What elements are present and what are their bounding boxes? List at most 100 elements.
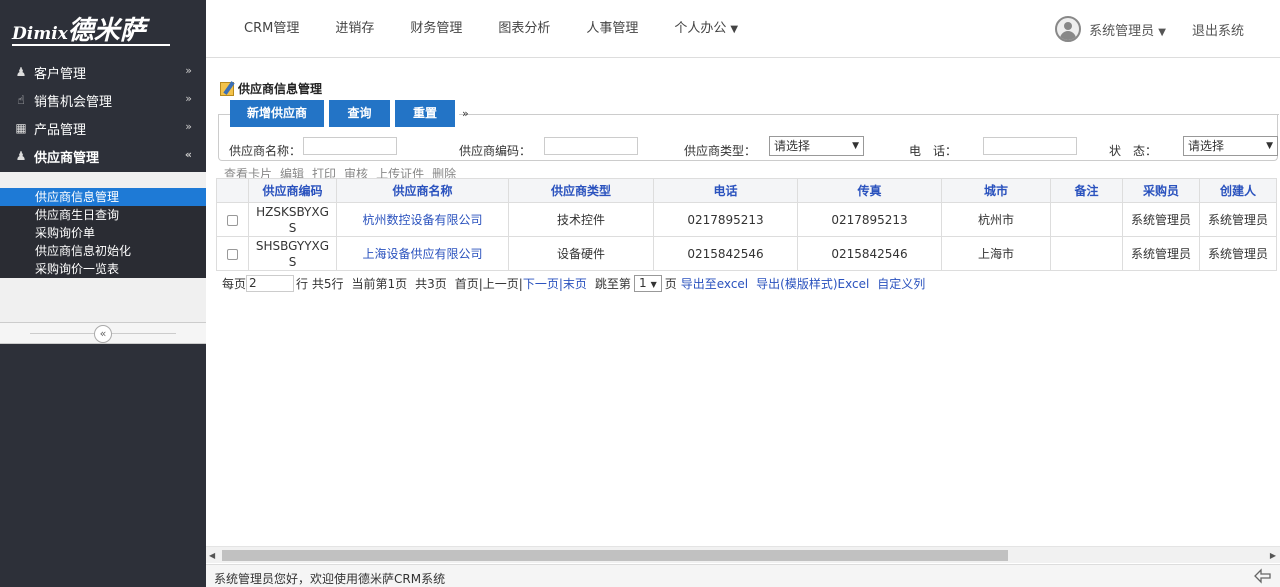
menu-customer[interactable]: ♟ 客户管理 » [0, 58, 206, 86]
page-unit-label: 页 [664, 277, 677, 291]
cell-creator: 系统管理员 [1199, 236, 1277, 271]
col-header-note[interactable]: 备注 [1050, 178, 1123, 203]
cell-code: HZSKSBYXGS [248, 202, 337, 237]
chevron-double-down-icon: » [185, 120, 192, 133]
welcome-text: 系统管理员您好，欢迎使用德米萨CRM系统 [214, 572, 446, 586]
next-page-link[interactable]: 下一页 [523, 275, 559, 292]
avatar-icon[interactable] [1055, 16, 1082, 42]
logo[interactable]: Dimix德米萨 [0, 0, 206, 58]
row-checkbox[interactable] [227, 214, 238, 226]
col-header-buyer[interactable]: 采购员 [1122, 178, 1200, 203]
logout-link[interactable]: 退出系统 [1192, 20, 1244, 39]
menu-supplier[interactable]: ♟ 供应商管理 « [0, 142, 206, 170]
user-area: 系统管理员 ▼ 退出系统 [1055, 0, 1280, 58]
caret-down-icon: ▼ [650, 280, 657, 289]
nav-hr[interactable]: 人事管理 [568, 0, 656, 58]
top-nav: CRM管理 进销存 财务管理 图表分析 人事管理 个人办公 ▼ [226, 0, 756, 58]
scrollbar-thumb[interactable] [222, 550, 1008, 561]
col-header-name[interactable]: 供应商名称 [336, 178, 509, 203]
last-page-link[interactable]: 末页 [563, 275, 587, 292]
total-rows-text: 行 共5行 [296, 277, 344, 291]
phone-input[interactable] [983, 137, 1077, 155]
col-header-phone[interactable]: 电话 [653, 178, 798, 203]
chevron-double-down-icon: » [185, 64, 192, 77]
row-checkbox[interactable] [227, 248, 238, 260]
supplier-type-label: 供应商类型： [684, 144, 757, 158]
col-header-city[interactable]: 城市 [941, 178, 1051, 203]
supplier-code-input[interactable] [544, 137, 638, 155]
add-supplier-button[interactable]: 新增供应商 [230, 100, 324, 127]
collapse-sidebar-icon[interactable]: « [94, 325, 112, 343]
supplier-name-input[interactable] [303, 137, 397, 155]
menu-sales-opportunity[interactable]: ☝ 销售机会管理 » [0, 86, 206, 114]
cell-fax: 0215842546 [797, 236, 942, 271]
cell-type: 设备硬件 [508, 236, 654, 271]
submenu-supplier-birthday[interactable]: 供应商生日查询 [0, 206, 206, 224]
supplier-name-label: 供应商名称： [229, 144, 302, 158]
supplier-type-select[interactable]: 请选择 ▼ [769, 136, 864, 156]
user-menu[interactable]: 系统管理员 ▼ [1089, 20, 1166, 39]
cell-name-link[interactable]: 杭州数控设备有限公司 [336, 202, 509, 237]
cell-fax: 0217895213 [797, 202, 942, 237]
scroll-left-icon[interactable]: ◀ [209, 551, 215, 560]
grid-icon: ▦ [15, 121, 27, 135]
total-pages-text: 共3页 [415, 277, 447, 291]
toolbar: 新增供应商 查询 重置 » [230, 100, 469, 127]
user-icon: ♟ [15, 149, 27, 163]
nav-crm[interactable]: CRM管理 [226, 0, 317, 58]
user-name-label: 系统管理员 [1089, 23, 1155, 39]
nav-finance[interactable]: 财务管理 [392, 0, 480, 58]
sidebar-collapse-bar: « [0, 322, 206, 344]
col-header-creator[interactable]: 创建人 [1199, 178, 1277, 203]
horizontal-scrollbar[interactable]: ◀ ▶ [206, 546, 1280, 563]
status-bar: 系统管理员您好，欢迎使用德米萨CRM系统 [206, 564, 1280, 587]
col-header-type[interactable]: 供应商类型 [508, 178, 654, 203]
per-page-input[interactable]: 2 [246, 275, 295, 292]
jump-page-select[interactable]: 1 ▼ [633, 275, 662, 292]
menu-product[interactable]: ▦ 产品管理 » [0, 114, 206, 142]
col-header-fax[interactable]: 传真 [797, 178, 942, 203]
scroll-right-icon[interactable]: ▶ [1270, 551, 1276, 560]
status-select[interactable]: 请选择 ▼ [1183, 136, 1278, 156]
table-row[interactable]: SHSBGYYXGS 上海设备供应有限公司 设备硬件 0215842546 02… [216, 236, 1277, 271]
cell-name-link[interactable]: 上海设备供应有限公司 [336, 236, 509, 271]
col-header-code[interactable]: 供应商编码 [248, 178, 337, 203]
sidebar: ♟ 客户管理 » ☝ 销售机会管理 » ▦ 产品管理 » ♟ 供应商管理 « 供… [0, 58, 206, 587]
nav-personal-office[interactable]: 个人办公 ▼ [656, 0, 756, 58]
status-value: 请选择 [1188, 139, 1225, 153]
cell-phone: 0215842546 [653, 236, 798, 271]
submenu-inquiry-list[interactable]: 采购询价一览表 [0, 260, 206, 278]
expand-search-icon[interactable]: » [462, 107, 469, 120]
reset-button[interactable]: 重置 [395, 100, 455, 127]
submenu-area: 供应商信息管理 供应商生日查询 采购询价单 供应商信息初始化 采购询价一览表 [0, 172, 206, 322]
export-template-excel-link[interactable]: 导出(模版样式)Excel [756, 275, 869, 292]
nav-personal-office-label: 个人办公 [674, 21, 727, 36]
top-header: Dimix德米萨 CRM管理 进销存 财务管理 图表分析 人事管理 个人办公 ▼ … [0, 0, 1280, 58]
thumbs-up-icon: ☝ [17, 93, 25, 107]
logo-text: Dimix德米萨 [12, 16, 146, 46]
per-page-label: 每页 [222, 277, 247, 291]
submenu-supplier-info[interactable]: 供应商信息管理 [0, 188, 206, 206]
menu-sales-opportunity-label: 销售机会管理 [34, 94, 113, 110]
nav-inventory[interactable]: 进销存 [317, 0, 392, 58]
export-excel-link[interactable]: 导出至excel [681, 275, 748, 292]
row-checkbox-cell [216, 202, 249, 237]
menu-product-label: 产品管理 [34, 122, 87, 138]
query-button[interactable]: 查询 [329, 100, 390, 127]
first-prev-text: 首页|上一页| [454, 277, 523, 291]
jump-to-label: 跳至第 [594, 277, 631, 291]
cell-note [1050, 202, 1123, 237]
supplier-submenu: 供应商信息管理 供应商生日查询 采购询价单 供应商信息初始化 采购询价一览表 [0, 188, 206, 278]
supplier-table: 供应商编码 供应商名称 供应商类型 电话 传真 城市 备注 采购员 创建人 HZ… [216, 178, 1277, 271]
custom-columns-link[interactable]: 自定义列 [877, 275, 925, 292]
supplier-code-label: 供应商编码： [459, 144, 532, 158]
nav-charts[interactable]: 图表分析 [480, 0, 568, 58]
page-title-text: 供应商信息管理 [238, 82, 323, 96]
table-row[interactable]: HZSKSBYXGS 杭州数控设备有限公司 技术控件 0217895213 02… [216, 202, 1277, 237]
submenu-purchase-inquiry[interactable]: 采购询价单 [0, 224, 206, 242]
submenu-supplier-init[interactable]: 供应商信息初始化 [0, 242, 206, 260]
cell-buyer: 系统管理员 [1122, 202, 1200, 237]
exit-icon[interactable] [1254, 568, 1272, 584]
phone-label: 电 话： [909, 144, 958, 158]
cell-type: 技术控件 [508, 202, 654, 237]
